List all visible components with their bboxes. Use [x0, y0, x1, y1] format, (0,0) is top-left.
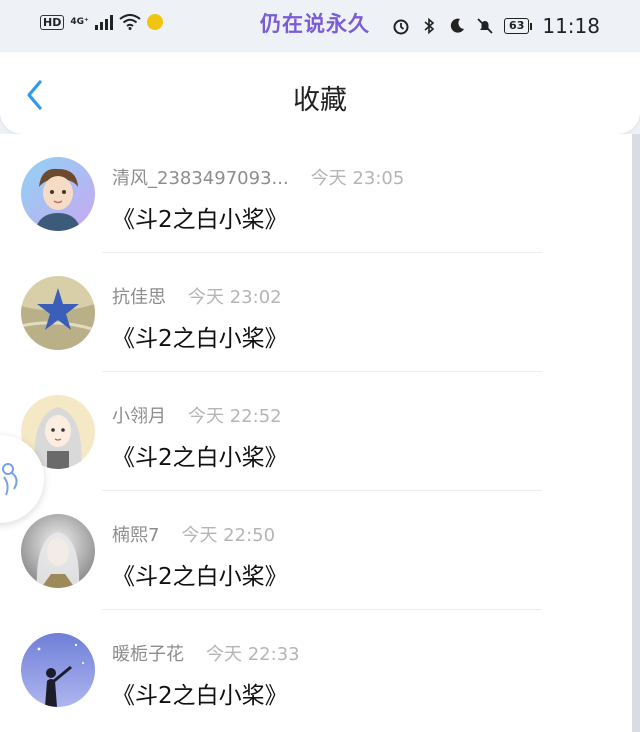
- item-content[interactable]: 《斗2之白小桨》: [112, 319, 288, 353]
- favorites-list: 清风_2383497093... 今天 23:05 《斗2之白小桨》 抗佳思 今天 …: [0, 134, 632, 732]
- list-item[interactable]: 楠熙7 今天 22:50 《斗2之白小桨》: [0, 491, 632, 610]
- avatar[interactable]: [21, 276, 95, 350]
- username[interactable]: 清风_2383497093...: [112, 168, 289, 189]
- timestamp: 今天 23:05: [310, 168, 405, 189]
- item-content[interactable]: 《斗2之白小桨》: [112, 557, 288, 591]
- username[interactable]: 暖栀子花: [112, 644, 184, 665]
- timestamp: 今天 23:02: [188, 287, 282, 308]
- network-type: 4G⁺: [70, 17, 89, 27]
- hd-badge: HD: [40, 14, 65, 30]
- avatar[interactable]: [21, 514, 95, 588]
- bluetooth-icon: [424, 17, 435, 35]
- item-meta: 小翎月 今天 22:52: [112, 402, 282, 428]
- list-item[interactable]: 暖栀子花 今天 22:33 《斗2之白小桨》: [0, 610, 632, 729]
- battery-level: 63: [504, 18, 530, 34]
- assistant-icon: [2, 463, 18, 496]
- item-content[interactable]: 《斗2之白小桨》: [112, 200, 288, 234]
- item-meta: 抗佳思 今天 23:02: [112, 283, 282, 309]
- item-content[interactable]: 《斗2之白小桨》: [112, 676, 288, 710]
- username[interactable]: 楠熙7: [112, 525, 159, 546]
- avatar[interactable]: [21, 633, 95, 707]
- timestamp: 今天 22:52: [188, 406, 282, 427]
- mute-bell-icon: [477, 18, 493, 34]
- app-header: 收藏: [0, 52, 640, 134]
- battery-icon: 63: [504, 18, 533, 34]
- alarm-icon: [393, 19, 409, 35]
- list-item[interactable]: 抗佳思 今天 23:02 《斗2之白小桨》: [0, 253, 632, 372]
- scrollbar[interactable]: [632, 134, 640, 732]
- status-time: 11:18: [542, 14, 600, 38]
- status-overlay-text: 仍在说永久: [260, 12, 370, 36]
- status-left-icons: HD 4G⁺: [40, 14, 163, 30]
- item-meta: 楠熙7 今天 22:50: [112, 521, 275, 547]
- item-meta: 清风_2383497093... 今天 23:05: [112, 164, 404, 190]
- avatar[interactable]: [21, 157, 95, 231]
- status-right-icons: 63 11:18: [392, 14, 600, 38]
- username[interactable]: 抗佳思: [112, 287, 166, 308]
- moon-icon: [450, 18, 465, 33]
- status-bar: HD 4G⁺ 仍在说永久 63 11:18: [0, 0, 640, 52]
- wifi-icon: [119, 14, 141, 30]
- timestamp: 今天 22:50: [181, 525, 276, 546]
- emoji-notification-icon: [146, 14, 163, 30]
- item-content[interactable]: 《斗2之白小桨》: [112, 438, 288, 472]
- list-item[interactable]: 清风_2383497093... 今天 23:05 《斗2之白小桨》: [0, 134, 632, 253]
- signal-icon: [94, 14, 113, 30]
- page-title: 收藏: [293, 85, 347, 116]
- username[interactable]: 小翎月: [112, 406, 166, 427]
- list-item[interactable]: 小翎月 今天 22:52 《斗2之白小桨》: [0, 372, 632, 491]
- item-meta: 暖栀子花 今天 22:33: [112, 640, 300, 666]
- timestamp: 今天 22:33: [206, 644, 300, 665]
